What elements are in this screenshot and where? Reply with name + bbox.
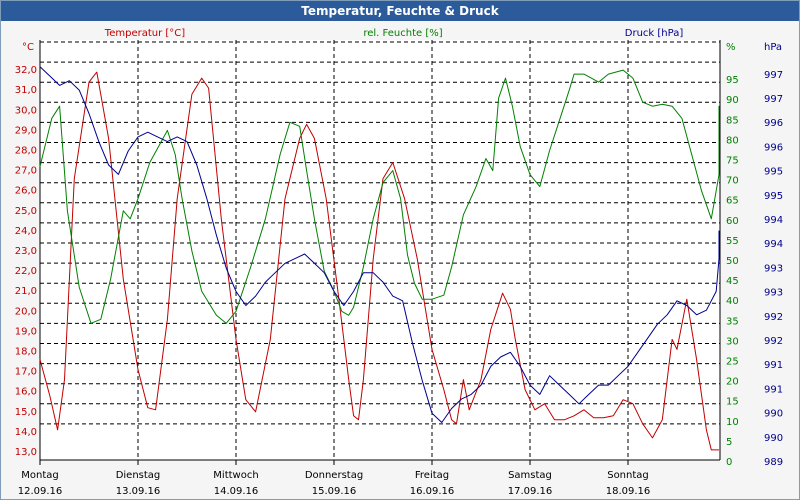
- pressure-tick-label: 990: [764, 409, 783, 420]
- pressure-tick-label: 991: [764, 360, 783, 371]
- x-tick-date-label: 14.09.16: [214, 486, 259, 497]
- humidity-tick-label: 35: [726, 316, 739, 327]
- humidity-tick-label: 40: [726, 296, 739, 307]
- x-tick-day-label: Dienstag: [116, 470, 161, 481]
- x-tick-date-label: 12.09.16: [18, 486, 63, 497]
- x-tick-date-label: 15.09.16: [312, 486, 357, 497]
- chart-svg: °C Temperatur [°C] rel. Feuchte [%] Druck […: [15, 28, 783, 497]
- x-tick-day-label: Samstag: [508, 470, 552, 481]
- pressure-tick-label: 997: [764, 70, 783, 81]
- temp-tick-label: 14,0: [15, 427, 37, 438]
- temp-tick-label: 13,0: [15, 447, 37, 458]
- humidity-tick-label: 25: [726, 357, 739, 368]
- temp-tick-label: 32,0: [15, 65, 37, 76]
- x-tick-day-label: Mittwoch: [213, 470, 258, 481]
- humidity-axis-title: rel. Feuchte [%]: [363, 28, 442, 39]
- pressure-tick-label: 989: [764, 457, 783, 468]
- temp-tick-label: 19,0: [15, 326, 37, 337]
- humidity-tick-label: 10: [726, 417, 739, 428]
- x-tick-day-label: Donnerstag: [305, 470, 363, 481]
- humidity-tick-label: 15: [726, 397, 739, 408]
- humidity-unit-label: %: [726, 42, 736, 53]
- temp-tick-label: 24,0: [15, 226, 37, 237]
- x-tick-day-label: Freitag: [415, 470, 449, 481]
- temp-tick-label: 16,0: [15, 387, 37, 398]
- humidity-tick-label: 95: [726, 75, 739, 86]
- humidity-tick-label: 60: [726, 216, 739, 227]
- humidity-tick-label: 55: [726, 236, 739, 247]
- temp-unit-label: °C: [22, 42, 34, 53]
- temp-tick-label: 29,0: [15, 125, 37, 136]
- temp-tick-label: 20,0: [15, 306, 37, 317]
- humidity-tick-label: 0: [726, 457, 732, 468]
- temp-tick-label: 23,0: [15, 246, 37, 257]
- temp-tick-label: 31,0: [15, 85, 37, 96]
- pressure-tick-label: 991: [764, 384, 783, 395]
- humidity-tick-label: 80: [726, 135, 739, 146]
- x-tick-date-label: 16.09.16: [410, 486, 455, 497]
- humidity-tick-label: 30: [726, 336, 739, 347]
- humidity-tick-label: 70: [726, 176, 739, 187]
- temp-axis-title: Temperatur [°C]: [104, 28, 185, 39]
- temp-tick-label: 26,0: [15, 186, 37, 197]
- pressure-axis-title: Druck [hPa]: [625, 28, 684, 39]
- pressure-tick-label: 994: [764, 239, 783, 250]
- humidity-tick-label: 75: [726, 156, 739, 167]
- x-tick-day-label: Sonntag: [607, 470, 649, 481]
- x-tick-date-label: 17.09.16: [508, 486, 553, 497]
- pressure-tick-label: 993: [764, 263, 783, 274]
- temp-tick-label: 22,0: [15, 266, 37, 277]
- pressure-tick-label: 996: [764, 142, 783, 153]
- temp-tick-label: 18,0: [15, 347, 37, 358]
- pressure-tick-label: 997: [764, 94, 783, 105]
- plot-area: [40, 40, 720, 460]
- temp-tick-label: 30,0: [15, 105, 37, 116]
- pressure-tick-label: 993: [764, 288, 783, 299]
- humidity-tick-label: 90: [726, 95, 739, 106]
- pressure-unit-label: hPa: [764, 42, 782, 53]
- pressure-tick-label: 992: [764, 312, 783, 323]
- pressure-tick-label: 990: [764, 433, 783, 444]
- x-tick-date-label: 13.09.16: [116, 486, 161, 497]
- humidity-tick-label: 5: [726, 437, 732, 448]
- pressure-tick-label: 994: [764, 215, 783, 226]
- humidity-tick-label: 85: [726, 115, 739, 126]
- humidity-tick-label: 20: [726, 377, 739, 388]
- x-tick-date-label: 18.09.16: [606, 486, 651, 497]
- temp-tick-label: 17,0: [15, 367, 37, 378]
- pressure-tick-label: 996: [764, 118, 783, 129]
- pressure-tick-label: 995: [764, 167, 783, 178]
- temp-tick-label: 28,0: [15, 146, 37, 157]
- temp-tick-label: 25,0: [15, 206, 37, 217]
- temp-tick-label: 21,0: [15, 286, 37, 297]
- temp-tick-label: 27,0: [15, 166, 37, 177]
- temp-tick-label: 15,0: [15, 407, 37, 418]
- pressure-tick-label: 995: [764, 191, 783, 202]
- humidity-tick-label: 65: [726, 196, 739, 207]
- pressure-tick-label: 992: [764, 336, 783, 347]
- humidity-tick-label: 45: [726, 276, 739, 287]
- humidity-tick-label: 50: [726, 256, 739, 267]
- x-tick-day-label: Montag: [21, 470, 58, 481]
